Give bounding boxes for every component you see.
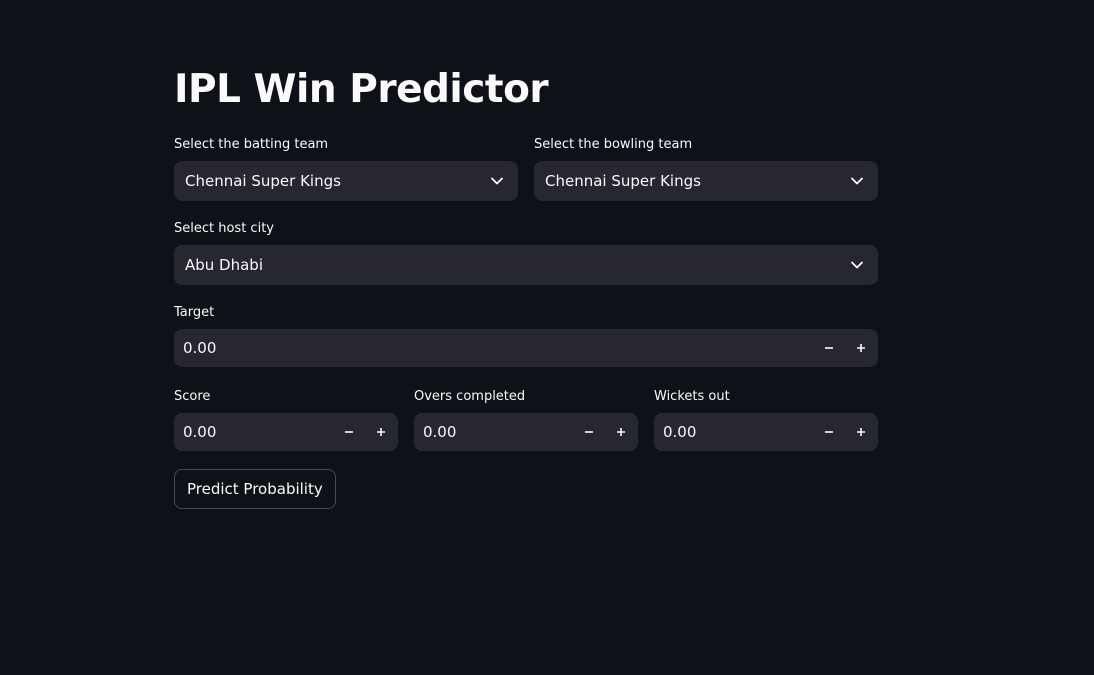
wickets-number-input: [654, 413, 878, 451]
plus-icon: [857, 428, 865, 436]
score-decrement-button[interactable]: [333, 414, 365, 450]
predict-probability-button[interactable]: Predict Probability: [174, 469, 336, 509]
plus-icon: [617, 428, 625, 436]
bowling-team-value: Chennai Super Kings: [545, 172, 701, 190]
batting-team-select[interactable]: Chennai Super Kings: [174, 161, 518, 201]
host-city-field: Select host city Abu Dhabi: [174, 221, 878, 285]
plus-icon: [377, 428, 385, 436]
app-page: IPL Win Predictor Select the batting tea…: [0, 0, 1094, 675]
overs-input[interactable]: [415, 422, 573, 442]
minus-icon: [825, 431, 833, 433]
target-decrement-button[interactable]: [813, 330, 845, 366]
batting-team-label: Select the batting team: [174, 137, 329, 152]
target-input[interactable]: [175, 338, 813, 358]
score-label: Score: [174, 389, 211, 404]
target-field: Target: [174, 305, 878, 367]
wickets-input[interactable]: [655, 422, 813, 442]
host-city-value: Abu Dhabi: [185, 256, 263, 274]
score-increment-button[interactable]: [365, 414, 397, 450]
minus-icon: [345, 431, 353, 433]
overs-decrement-button[interactable]: [573, 414, 605, 450]
plus-icon: [857, 344, 865, 352]
wickets-field: Wickets out: [654, 389, 878, 451]
batting-team-value: Chennai Super Kings: [185, 172, 341, 190]
host-city-label: Select host city: [174, 221, 274, 236]
wickets-increment-button[interactable]: [845, 414, 877, 450]
overs-field: Overs completed: [414, 389, 638, 451]
minus-icon: [825, 347, 833, 349]
overs-label: Overs completed: [414, 389, 526, 404]
bowling-team-field: Select the bowling team Chennai Super Ki…: [534, 137, 878, 201]
target-increment-button[interactable]: [845, 330, 877, 366]
overs-increment-button[interactable]: [605, 414, 637, 450]
bowling-team-label: Select the bowling team: [534, 137, 693, 152]
target-label: Target: [174, 305, 215, 320]
minus-icon: [585, 431, 593, 433]
target-number-input: [174, 329, 878, 367]
chevron-down-icon: [850, 174, 864, 188]
bowling-team-select[interactable]: Chennai Super Kings: [534, 161, 878, 201]
host-city-select[interactable]: Abu Dhabi: [174, 245, 878, 285]
chevron-down-icon: [850, 258, 864, 272]
chevron-down-icon: [490, 174, 504, 188]
wickets-decrement-button[interactable]: [813, 414, 845, 450]
score-number-input: [174, 413, 398, 451]
batting-team-field: Select the batting team Chennai Super Ki…: [174, 137, 518, 201]
overs-number-input: [414, 413, 638, 451]
score-field: Score: [174, 389, 398, 451]
score-input[interactable]: [175, 422, 333, 442]
page-title: IPL Win Predictor: [174, 67, 549, 112]
wickets-label: Wickets out: [654, 389, 730, 404]
